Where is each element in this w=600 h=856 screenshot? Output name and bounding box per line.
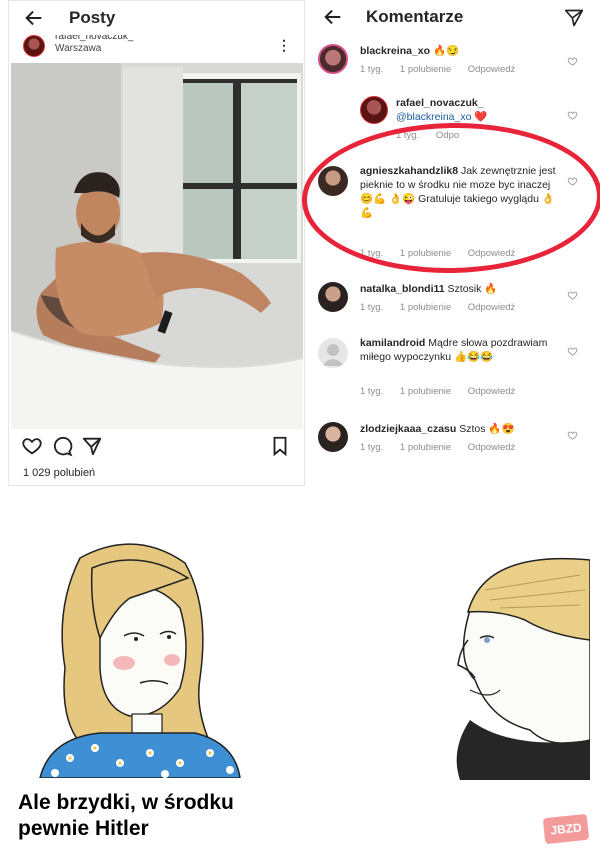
caption-line: Ale brzydki, w środku [18, 791, 234, 814]
likes-count[interactable]: 1 029 polubień [23, 467, 95, 479]
comment-likes[interactable]: 1 polubienie [400, 302, 451, 313]
comment-username[interactable]: rafael_novaczuk_ [396, 97, 484, 109]
post-actions [9, 435, 304, 461]
post-photo[interactable] [11, 63, 303, 429]
comment-icon[interactable] [51, 435, 73, 457]
send-icon[interactable] [81, 435, 103, 457]
comment-text: Sztosik 🔥 [447, 283, 498, 295]
comment-likes[interactable]: 1 polubienie [400, 248, 451, 259]
post-topbar: Posty [9, 1, 304, 35]
comment-likes[interactable]: 1 polubienie [400, 442, 451, 453]
page-title: Posty [69, 8, 116, 27]
meme-caption: Ale brzydki, w środku pewnie Hitler [18, 790, 318, 842]
more-vertical-icon[interactable]: ⋮ [277, 37, 291, 54]
avatar[interactable] [318, 166, 348, 196]
comment-time: 1 tyg. [360, 248, 384, 259]
post-header: rafael_novaczuk_ Warszawa ⋮ [9, 35, 304, 61]
comments-panel: Komentarze blackreina_xo 🔥😏 1 tyg. 1 pol… [308, 0, 600, 486]
heart-icon[interactable] [567, 110, 578, 121]
reply-button[interactable]: Odpowiedź [468, 442, 516, 453]
heart-icon[interactable] [567, 430, 578, 441]
watermark-logo: JBZD [542, 813, 590, 845]
reply-button[interactable]: Odpowiedź [468, 386, 516, 397]
comment-time: 1 tyg. [360, 64, 384, 75]
post-panel: Posty rafael_novaczuk_ Warszawa ⋮ 1 029 … [8, 0, 305, 486]
meme-panel: Ale brzydki, w środku pewnie Hitler JBZD [0, 490, 600, 856]
comment-likes[interactable]: 1 polubienie [400, 64, 451, 75]
wojak-girl-drawing [39, 543, 241, 778]
avatar[interactable] [23, 35, 45, 57]
comment-time: 1 tyg. [360, 386, 384, 397]
comment-username[interactable]: zlodziejkaaa_czasu [360, 423, 456, 435]
send-icon[interactable] [564, 8, 584, 28]
back-arrow-icon[interactable] [23, 7, 45, 29]
caption-line: pewnie Hitler [18, 817, 149, 840]
comment-time: 1 tyg. [360, 302, 384, 313]
comment-text: Sztos 🔥😍 [459, 423, 515, 435]
post-location[interactable]: Warszawa [55, 43, 101, 54]
avatar[interactable] [318, 282, 348, 312]
comment-username[interactable]: agnieszkahandzlik8 [360, 165, 458, 177]
reply-button[interactable]: Odpo [436, 130, 459, 141]
comment-time: 1 tyg. [360, 442, 384, 453]
avatar[interactable] [360, 96, 388, 124]
bathtub-photo [11, 63, 303, 429]
reply-button[interactable]: Odpowiedź [468, 302, 516, 313]
comment-text: 🔥😏 [432, 45, 460, 57]
reply-button[interactable]: Odpowiedź [468, 248, 516, 259]
heart-icon[interactable] [567, 290, 578, 301]
back-arrow-icon[interactable] [322, 6, 344, 28]
heart-icon[interactable] [567, 56, 578, 67]
comment-time: 1 tyg. [396, 130, 420, 141]
comments-topbar: Komentarze [308, 0, 600, 34]
default-avatar-icon [322, 344, 344, 366]
comment-username[interactable]: natalka_blondi11 [360, 283, 445, 295]
reply-button[interactable]: Odpowiedź [468, 64, 516, 75]
mention-link[interactable]: @blackreina_xo [396, 111, 471, 123]
heart-icon[interactable] [21, 435, 43, 457]
comment-username[interactable]: kamilandroid [360, 337, 425, 349]
avatar[interactable] [318, 422, 348, 452]
comment-username[interactable]: blackreina_xo [360, 45, 430, 57]
comment-text: ❤️ [474, 111, 488, 123]
comment-likes[interactable]: 1 polubienie [400, 386, 451, 397]
avatar[interactable] [318, 338, 348, 368]
chad-drawing [456, 557, 590, 780]
heart-icon[interactable] [567, 346, 578, 357]
bookmark-icon[interactable] [269, 435, 291, 457]
heart-icon[interactable] [567, 176, 578, 187]
page-title: Komentarze [366, 7, 464, 26]
avatar[interactable] [318, 44, 348, 74]
